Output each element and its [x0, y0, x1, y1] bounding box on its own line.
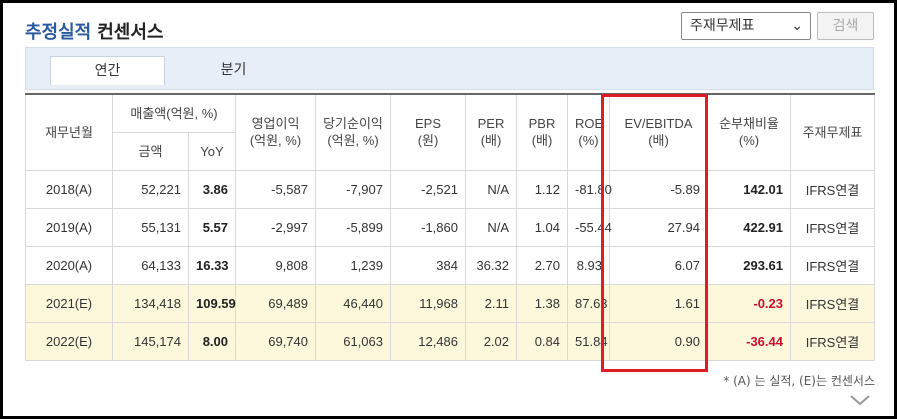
- cell-debt: 142.01: [707, 169, 791, 209]
- cell-basis: IFRS연결: [790, 321, 875, 361]
- cell-op: 69,740: [235, 321, 316, 361]
- header-sales-yoy: YoY: [188, 131, 236, 171]
- cell-per: N/A: [465, 207, 517, 247]
- cell-eps: -1,860: [390, 207, 466, 247]
- cell-period: 2018(A): [25, 169, 113, 209]
- header-op-profit: 영업이익 (억원, %): [235, 93, 316, 171]
- table-row: 2022(E) 145,174 8.00 69,740 61,063 12,486 2.02…: [25, 321, 875, 361]
- table-row: 2020(A) 64,133 16.33 9,808 1,239 384 36.32 2.70…: [25, 245, 875, 285]
- search-button[interactable]: 검색: [817, 12, 874, 40]
- cell-sales: 134,418: [112, 283, 189, 323]
- cell-yoy: 109.59: [188, 283, 236, 323]
- cell-sales: 64,133: [112, 245, 189, 285]
- cell-eps: 12,486: [390, 321, 466, 361]
- header-pbr: PBR (배): [516, 93, 568, 171]
- table-row: 2018(A) 52,221 3.86 -5,587 -7,907 -2,521 N/A 1.…: [25, 169, 875, 209]
- consensus-table: 재무년월 매출액(억원, %) 영업이익 (억원, %) 당기순이익 (억원, %)…: [25, 93, 875, 361]
- select-value: 주재무제표: [690, 18, 755, 34]
- cell-net: -7,907: [315, 169, 391, 209]
- cell-net: 46,440: [315, 283, 391, 323]
- cell-basis: IFRS연결: [790, 169, 875, 209]
- cell-period: 2020(A): [25, 245, 113, 285]
- cell-period: 2019(A): [25, 207, 113, 247]
- cell-eps: -2,521: [390, 169, 466, 209]
- header-sales: 매출액(억원, %): [112, 93, 236, 133]
- cell-net: -5,899: [315, 207, 391, 247]
- cell-yoy: 5.57: [188, 207, 236, 247]
- header-sales-amount: 금액: [112, 131, 189, 171]
- tab-quarterly[interactable]: 분기: [176, 56, 291, 85]
- cell-debt: 293.61: [707, 245, 791, 285]
- cell-yoy: 16.33: [188, 245, 236, 285]
- cell-net: 61,063: [315, 321, 391, 361]
- table-row: 2019(A) 55,131 5.57 -2,997 -5,899 -1,860 N/A 1.…: [25, 207, 875, 247]
- cell-sales: 52,221: [112, 169, 189, 209]
- cell-basis: IFRS연결: [790, 245, 875, 285]
- header-eps: EPS (원): [390, 93, 466, 171]
- header-per: PER (배): [465, 93, 517, 171]
- cell-eps: 11,968: [390, 283, 466, 323]
- cell-per: 36.32: [465, 245, 517, 285]
- cell-debt: -36.44: [707, 321, 791, 361]
- cell-period: 2022(E): [25, 321, 113, 361]
- cell-debt: -0.23: [707, 283, 791, 323]
- cell-yoy: 8.00: [188, 321, 236, 361]
- page-title: 추정실적 컨센서스: [25, 18, 164, 44]
- chevron-down-icon: ⌄: [791, 18, 803, 34]
- cell-eps: 384: [390, 245, 466, 285]
- header-period: 재무년월: [25, 93, 113, 171]
- cell-per: N/A: [465, 169, 517, 209]
- ev-ebitda-highlight-box: [601, 94, 708, 372]
- cell-sales: 145,174: [112, 321, 189, 361]
- statement-type-select[interactable]: 주재무제표 ⌄: [681, 12, 811, 40]
- cell-op: 69,489: [235, 283, 316, 323]
- cell-pbr: 1.12: [516, 169, 568, 209]
- period-tabs: 연간 분기: [25, 47, 874, 90]
- tab-annual[interactable]: 연간: [50, 56, 165, 85]
- table-row: 2021(E) 134,418 109.59 69,489 46,440 11,968 2.…: [25, 283, 875, 323]
- cell-pbr: 0.84: [516, 321, 568, 361]
- cell-debt: 422.91: [707, 207, 791, 247]
- footnote: * (A) 는 실적, (E)는 컨센서스: [723, 374, 875, 388]
- cell-basis: IFRS연결: [790, 283, 875, 323]
- chevron-down-icon[interactable]: [849, 392, 871, 408]
- cell-yoy: 3.86: [188, 169, 236, 209]
- cell-per: 2.02: [465, 321, 517, 361]
- cell-op: -5,587: [235, 169, 316, 209]
- cell-pbr: 2.70: [516, 245, 568, 285]
- cell-pbr: 1.38: [516, 283, 568, 323]
- title-highlight: 추정실적: [25, 22, 92, 43]
- cell-basis: IFRS연결: [790, 207, 875, 247]
- cell-op: -2,997: [235, 207, 316, 247]
- title-rest: 컨센서스: [97, 22, 164, 43]
- header-net-profit: 당기순이익 (억원, %): [315, 93, 391, 171]
- cell-op: 9,808: [235, 245, 316, 285]
- cell-net: 1,239: [315, 245, 391, 285]
- header-basis: 주재무제표: [790, 93, 875, 171]
- cell-per: 2.11: [465, 283, 517, 323]
- cell-sales: 55,131: [112, 207, 189, 247]
- cell-pbr: 1.04: [516, 207, 568, 247]
- cell-period: 2021(E): [25, 283, 113, 323]
- header-net-debt-ratio: 순부채비율 (%): [707, 93, 791, 171]
